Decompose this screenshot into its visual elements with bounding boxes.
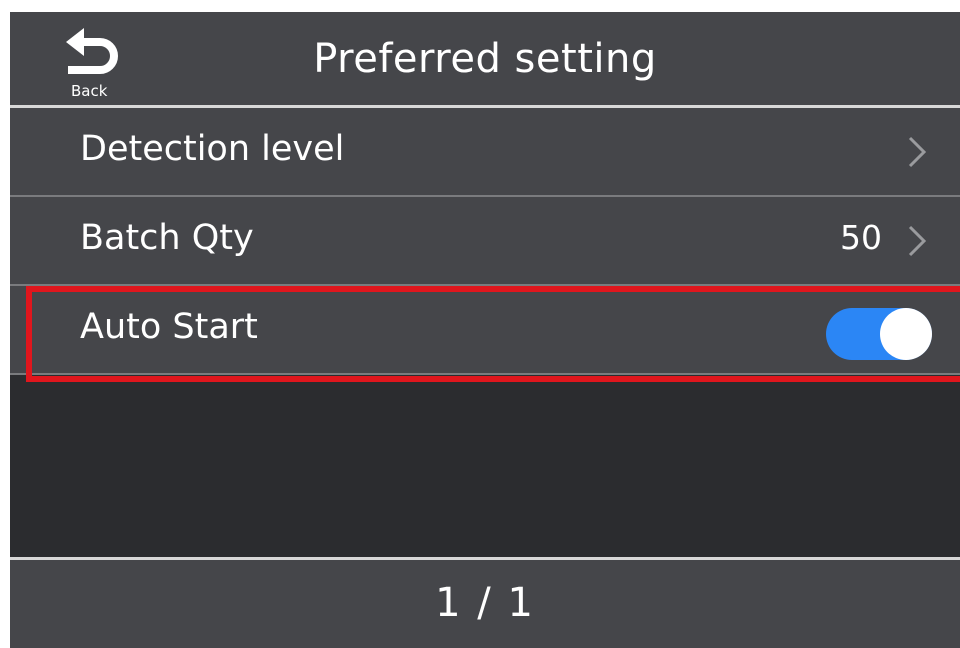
header-bar: Back Preferred setting — [10, 12, 960, 108]
auto-start-toggle[interactable] — [826, 308, 932, 360]
chevron-right-icon — [908, 136, 927, 168]
toggle-knob — [880, 308, 932, 360]
settings-screen: Back Preferred setting Detection level B… — [10, 12, 960, 648]
page-indicator: 1 / 1 — [435, 580, 535, 626]
setting-row-auto-start: Auto Start — [10, 286, 960, 375]
back-label: Back — [71, 82, 108, 100]
setting-value: 50 — [840, 218, 882, 257]
page-title: Preferred setting — [313, 36, 657, 82]
chevron-right-icon — [908, 225, 927, 257]
setting-label: Batch Qty — [80, 218, 254, 258]
setting-row-batch-qty[interactable]: Batch Qty 50 — [10, 197, 960, 286]
footer-bar: 1 / 1 — [10, 557, 960, 648]
setting-label: Auto Start — [80, 307, 258, 347]
setting-row-detection-level[interactable]: Detection level — [10, 108, 960, 197]
setting-label: Detection level — [80, 129, 345, 169]
